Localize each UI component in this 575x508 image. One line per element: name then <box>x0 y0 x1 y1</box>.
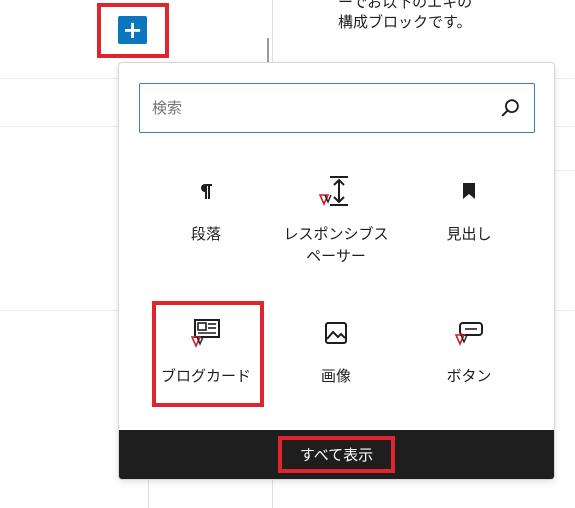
paragraph-icon <box>186 171 226 211</box>
block-inserter-popover: 段落 レスポンシブスペーサー 見出し <box>118 62 555 480</box>
heading-bookmark-icon <box>449 171 489 211</box>
block-item-label: 段落 <box>190 225 221 243</box>
editor-paragraph-line: 構成ブロックです。 <box>338 13 472 31</box>
editor-row-line <box>0 78 118 79</box>
add-block-button[interactable]: + <box>118 16 147 44</box>
block-item-label: 画像 <box>320 367 351 385</box>
block-item-heading[interactable]: 見出し <box>407 171 531 245</box>
editor-divider <box>148 480 149 508</box>
editor-row-line <box>555 310 575 311</box>
spacer-icon <box>316 171 356 211</box>
editor-row-line <box>555 126 575 127</box>
block-search-input[interactable] <box>150 98 474 118</box>
editor-row-line <box>0 310 118 311</box>
block-search-box[interactable] <box>139 83 535 133</box>
block-item-label: レスポンシブスペーサー <box>283 225 389 265</box>
editor-paragraph: ーでお以下のエキの 構成ブロックです。 <box>338 0 568 32</box>
editor-row-line <box>555 78 575 79</box>
scroll-indicator <box>267 38 269 62</box>
browse-all-button[interactable]: すべて表示 <box>277 436 396 473</box>
block-item-label: 見出し <box>446 225 492 243</box>
editor-paragraph-line: ーでお以下のエキの <box>338 0 473 11</box>
block-item-button[interactable]: ボタン <box>407 313 531 387</box>
image-icon <box>316 313 356 353</box>
block-item-responsive-spacer[interactable]: レスポンシブスペーサー <box>274 171 398 267</box>
search-icon <box>501 99 519 117</box>
block-item-paragraph[interactable]: 段落 <box>144 171 268 245</box>
editor-row-line <box>555 170 575 171</box>
plus-icon: + <box>122 16 143 44</box>
block-item-label: ボタン <box>446 367 492 385</box>
blog-card-highlight <box>152 301 264 407</box>
block-item-image[interactable]: 画像 <box>274 313 398 387</box>
editor-row-line <box>0 126 118 127</box>
inserter-footer: すべて表示 <box>119 430 554 479</box>
button-icon <box>449 313 489 353</box>
